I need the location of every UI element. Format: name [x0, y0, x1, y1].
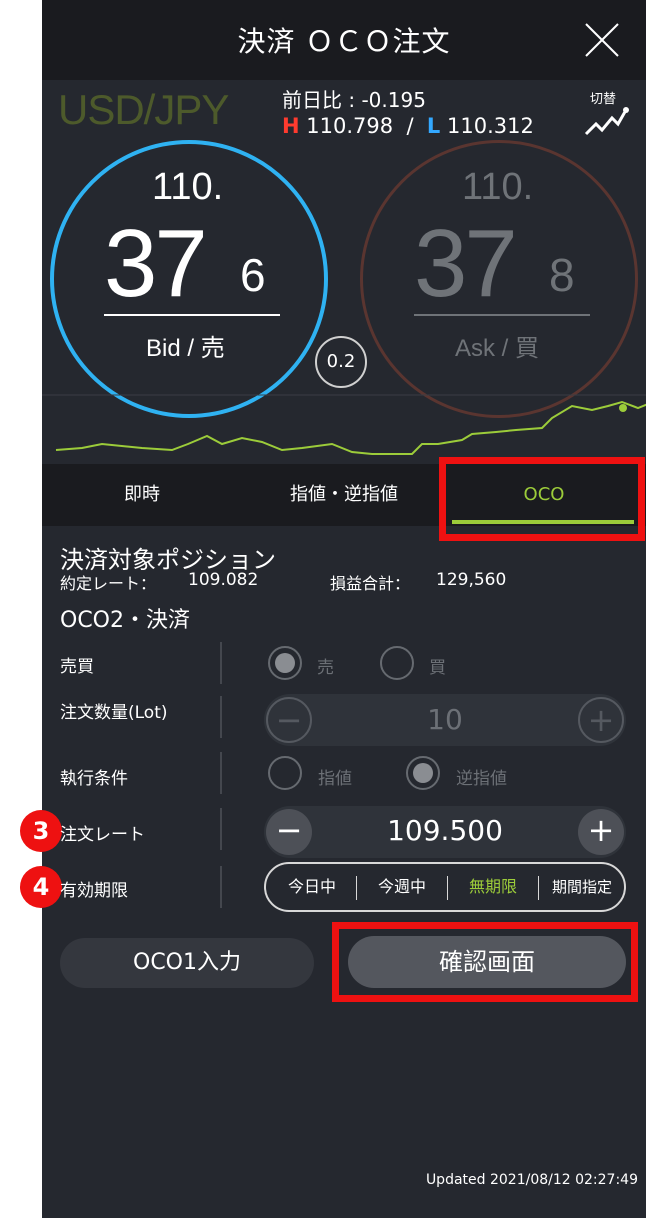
- quantity-value: 10: [427, 703, 463, 736]
- price-sparkline: [42, 394, 646, 455]
- order-rate-label: 注文レート: [60, 825, 145, 845]
- profit-loss-label: 損益合計：: [330, 574, 411, 593]
- quantity-stepper: − 10 +: [264, 694, 626, 746]
- row-divider: [220, 696, 222, 738]
- radio-limit[interactable]: [268, 756, 302, 790]
- low-value: 110.312: [446, 114, 534, 138]
- validity-segmented-control: 今日中 今週中 無期限 期間指定: [264, 862, 626, 912]
- ask-price-prefix: 110.: [462, 166, 534, 208]
- high-mark: H: [282, 114, 300, 138]
- tab-immediate[interactable]: 即時: [42, 464, 242, 526]
- row-divider: [220, 642, 222, 684]
- row-divider: [220, 808, 222, 850]
- updated-timestamp: Updated 2021/08/12 02:27:49: [425, 1172, 638, 1188]
- row-divider: [220, 866, 222, 908]
- highlight-box-oco-tab: [439, 457, 645, 541]
- ask-divider: [414, 314, 590, 316]
- ask-label: Ask / 買: [455, 335, 540, 362]
- ask-price-button[interactable]: 110. 37 8 Ask / 買: [360, 140, 638, 418]
- execution-condition-label: 執行条件: [60, 769, 128, 789]
- validity-period[interactable]: 期間指定: [539, 864, 625, 910]
- radio-limit-label: 指値: [318, 769, 352, 789]
- order-rate-stepper: − 109.500 +: [264, 806, 626, 858]
- ask-price-pip: 8: [549, 249, 575, 301]
- quantity-label: 注文数量(Lot): [60, 703, 168, 723]
- side-label: 売買: [60, 657, 94, 677]
- prev-day-label: 前日比 :: [282, 88, 362, 112]
- oco-order-screen: 決済 ＯＣＯ注文 USD/JPY 前日比 : -0.195 H 110.798 …: [20, 0, 646, 1218]
- oco1-input-button[interactable]: OCO1入力: [60, 938, 314, 988]
- bid-price-main: 37: [104, 210, 208, 317]
- prev-day-value: -0.195: [361, 88, 426, 112]
- radio-buy-label: 買: [429, 658, 446, 678]
- section-title: OCO2・決済: [60, 608, 190, 633]
- high-value: 110.798: [306, 114, 394, 138]
- order-rate-value[interactable]: 109.500: [264, 814, 626, 847]
- quantity-plus-button[interactable]: +: [578, 697, 624, 743]
- bid-price-pip: 6: [240, 249, 266, 301]
- bid-price-prefix: 110.: [152, 166, 224, 208]
- validity-this-week[interactable]: 今週中: [357, 864, 447, 910]
- header-bar: 決済 ＯＣＯ注文: [42, 0, 646, 80]
- rate-plus-button[interactable]: +: [578, 809, 624, 855]
- highlight-box-confirm: [332, 922, 638, 1002]
- radio-selected-dot: [413, 763, 433, 783]
- radio-buy[interactable]: [380, 646, 414, 680]
- bid-label: Bid / 売: [146, 335, 225, 362]
- tab-limit-stop[interactable]: 指値・逆指値: [242, 464, 446, 526]
- validity-label: 有効期限: [60, 881, 128, 901]
- currency-pair: USD/JPY: [58, 86, 229, 133]
- chart-switch-icon[interactable]: [582, 104, 630, 138]
- hl-separator: /: [406, 114, 414, 138]
- validity-no-expiry[interactable]: 無期限: [448, 864, 538, 910]
- radio-stop-label: 逆指値: [456, 769, 507, 789]
- step-badge-3: 3: [20, 810, 62, 852]
- profit-loss-value: 129,560: [436, 570, 507, 590]
- previous-day-change: 前日比 : -0.195: [282, 84, 426, 113]
- bid-divider: [104, 314, 280, 316]
- validity-today[interactable]: 今日中: [268, 864, 356, 910]
- ask-price-main: 37: [414, 210, 518, 317]
- bid-price-button[interactable]: 110. 37 6 Bid / 売: [50, 140, 328, 418]
- execution-rate-label: 約定レート：: [60, 574, 157, 593]
- radio-stop[interactable]: [406, 756, 440, 790]
- page-title: 決済 ＯＣＯ注文: [237, 25, 451, 58]
- close-icon[interactable]: [582, 20, 622, 60]
- low-mark: L: [426, 114, 441, 138]
- step-badge-4: 4: [20, 866, 62, 908]
- execution-rate-value: 109.082: [188, 570, 259, 590]
- row-divider: [220, 752, 222, 794]
- spread-badge: 0.2: [315, 336, 367, 388]
- high-low: H 110.798 / L 110.312: [282, 114, 534, 138]
- radio-selected-dot: [275, 653, 295, 673]
- radio-sell[interactable]: [268, 646, 302, 680]
- radio-sell-label: 売: [317, 658, 334, 678]
